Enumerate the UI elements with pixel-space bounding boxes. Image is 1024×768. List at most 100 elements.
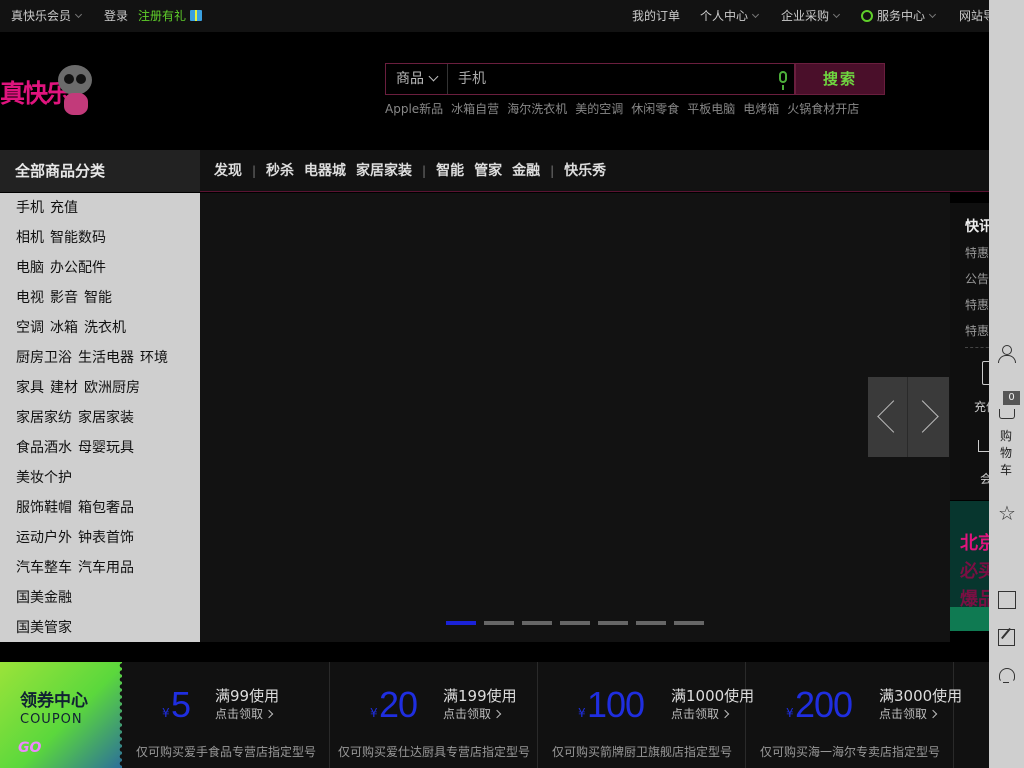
category-link[interactable]: 国美金融 — [16, 590, 72, 606]
news-item[interactable]: 特惠 — [965, 244, 989, 261]
news-item[interactable]: 公告 — [965, 270, 989, 287]
banner-dot[interactable] — [446, 621, 476, 625]
hot-keyword-link[interactable]: 海尔洗衣机 — [507, 102, 567, 116]
prev-arrow-icon[interactable] — [868, 377, 908, 457]
my-orders-link[interactable]: 我的订单 — [632, 0, 680, 32]
member-link[interactable]: 真快乐会员 — [11, 0, 83, 32]
news-item[interactable]: 特惠 — [965, 322, 989, 339]
search-button[interactable]: 搜索 — [795, 63, 885, 95]
coupon-claim-link[interactable]: 点击领取 — [443, 705, 500, 722]
category-link[interactable]: 家具 — [16, 380, 44, 396]
coupon-card[interactable]: ¥20 满199使用 点击领取 仅可购买爱仕达厨具专营店指定型号 — [330, 662, 538, 768]
search-category-select[interactable]: 商品 — [386, 64, 448, 94]
service-center-link[interactable]: 服务中心 — [861, 0, 937, 32]
category-link[interactable]: 服饰鞋帽 — [16, 500, 72, 516]
cart-count-badge: 0 — [1003, 391, 1020, 405]
coupon-currency: ¥ — [578, 706, 586, 720]
banner-dot[interactable] — [636, 621, 666, 625]
hot-keyword-link[interactable]: Apple新品 — [385, 102, 443, 116]
enterprise-link[interactable]: 企业采购 — [781, 0, 841, 32]
coupon-claim-link[interactable]: 点击领取 — [215, 705, 272, 722]
customer-service-icon[interactable] — [997, 665, 1017, 685]
hot-keyword-link[interactable]: 火锅食材开店 — [787, 102, 859, 116]
nav-link[interactable]: 快乐秀 — [564, 150, 606, 192]
qr-code-icon[interactable] — [997, 590, 1017, 610]
category-link[interactable]: 食品酒水 — [16, 440, 72, 456]
feedback-edit-icon[interactable] — [997, 627, 1017, 647]
hot-keyword-link[interactable]: 平板电脑 — [687, 102, 735, 116]
cart-icon[interactable] — [997, 404, 1017, 424]
personal-center-link[interactable]: 个人中心 — [700, 0, 760, 32]
promo-ad[interactable]: 北京 必买 爆品 — [950, 501, 989, 631]
nav-link[interactable]: 发现 — [214, 150, 242, 192]
hot-keyword-link[interactable]: 冰箱自营 — [451, 102, 499, 116]
cart-label[interactable]: 购物车 — [999, 428, 1013, 479]
category-link[interactable]: 冰箱 — [50, 320, 78, 336]
category-link[interactable]: 国美管家 — [16, 620, 72, 636]
coupon-claim-link[interactable]: 点击领取 — [879, 705, 936, 722]
search-input[interactable] — [450, 64, 760, 94]
nav-link[interactable]: 管家 — [474, 150, 502, 192]
nav-link[interactable]: 电器城 — [304, 150, 346, 192]
category-link[interactable]: 智能数码 — [50, 230, 106, 246]
category-link[interactable]: 手机 — [16, 200, 44, 216]
coupon-claim-link[interactable]: 点击领取 — [671, 705, 728, 722]
phone-icon[interactable] — [982, 361, 989, 385]
category-link[interactable]: 环境 — [140, 350, 168, 366]
coupon-card[interactable]: ¥200 满3000使用 点击领取 仅可购买海一海尔专卖店指定型号 — [746, 662, 962, 768]
nav-link[interactable]: 金融 — [512, 150, 540, 192]
recharge-label[interactable]: 充值 — [974, 398, 989, 415]
category-link[interactable]: 电脑 — [16, 260, 44, 276]
category-link[interactable]: 家居家纺 — [16, 410, 72, 426]
category-link[interactable]: 智能 — [84, 290, 112, 306]
category-link[interactable]: 欧洲厨房 — [84, 380, 140, 396]
category-link[interactable]: 厨房卫浴 — [16, 350, 72, 366]
category-link[interactable]: 相机 — [16, 230, 44, 246]
category-link[interactable]: 建材 — [50, 380, 78, 396]
user-icon[interactable] — [997, 344, 1017, 364]
favorites-star-icon[interactable]: ☆ — [997, 503, 1017, 523]
coupon-center-tile[interactable]: 领券中心 COUPON GO — [0, 662, 125, 768]
register-link[interactable]: 注册有礼 — [138, 0, 203, 32]
category-link[interactable]: 箱包奢品 — [78, 500, 134, 516]
all-categories-button[interactable]: 全部商品分类 — [0, 150, 200, 192]
banner-dot[interactable] — [598, 621, 628, 625]
category-link[interactable]: 家居家装 — [78, 410, 134, 426]
nav-link[interactable]: 智能 — [436, 150, 464, 192]
category-link[interactable]: 生活电器 — [78, 350, 134, 366]
hot-keyword-link[interactable]: 休闲零食 — [631, 102, 679, 116]
category-link[interactable]: 影音 — [50, 290, 78, 306]
category-link[interactable]: 汽车用品 — [78, 560, 134, 576]
microphone-icon[interactable] — [779, 71, 787, 90]
next-arrow-icon[interactable] — [909, 377, 949, 457]
category-link[interactable]: 电视 — [16, 290, 44, 306]
category-link[interactable]: 美妆个护 — [16, 470, 72, 486]
logo[interactable]: 真快乐 — [0, 32, 100, 115]
nav-link[interactable]: 秒杀 — [266, 150, 294, 192]
service-center-label: 服务中心 — [877, 9, 926, 23]
category-link[interactable]: 空调 — [16, 320, 44, 336]
coupon-card[interactable]: ¥100 满1000使用 点击领取 仅可购买箭牌厨卫旗舰店指定型号 — [538, 662, 754, 768]
hero-banner[interactable] — [200, 193, 950, 642]
coupon-card[interactable]: ¥5 满99使用 点击领取 仅可购买爱手食品专营店指定型号 — [122, 662, 330, 768]
category-link[interactable]: 洗衣机 — [84, 320, 126, 336]
news-item[interactable]: 特惠 — [965, 296, 989, 313]
banner-dot[interactable] — [484, 621, 514, 625]
category-link[interactable]: 运动户外 — [16, 530, 72, 546]
banner-dot[interactable] — [560, 621, 590, 625]
coupon-card[interactable]: ¥仅 — [954, 662, 989, 768]
category-link[interactable]: 钟表首饰 — [78, 530, 134, 546]
login-link[interactable]: 登录 — [104, 0, 128, 32]
banner-dot[interactable] — [522, 621, 552, 625]
hot-keyword-link[interactable]: 电烤箱 — [743, 102, 779, 116]
hot-keyword-link[interactable]: 美的空调 — [575, 102, 623, 116]
category-link[interactable]: 充值 — [50, 200, 78, 216]
category-link[interactable]: 汽车整车 — [16, 560, 72, 576]
category-link[interactable]: 办公配件 — [50, 260, 106, 276]
crown-icon[interactable] — [978, 440, 989, 452]
member-label[interactable]: 会员 — [980, 470, 989, 487]
category-link[interactable]: 母婴玩具 — [78, 440, 134, 456]
banner-dot[interactable] — [674, 621, 704, 625]
nav-link[interactable]: 家居家装 — [356, 150, 412, 192]
coupon-center-go[interactable]: GO — [18, 740, 41, 756]
